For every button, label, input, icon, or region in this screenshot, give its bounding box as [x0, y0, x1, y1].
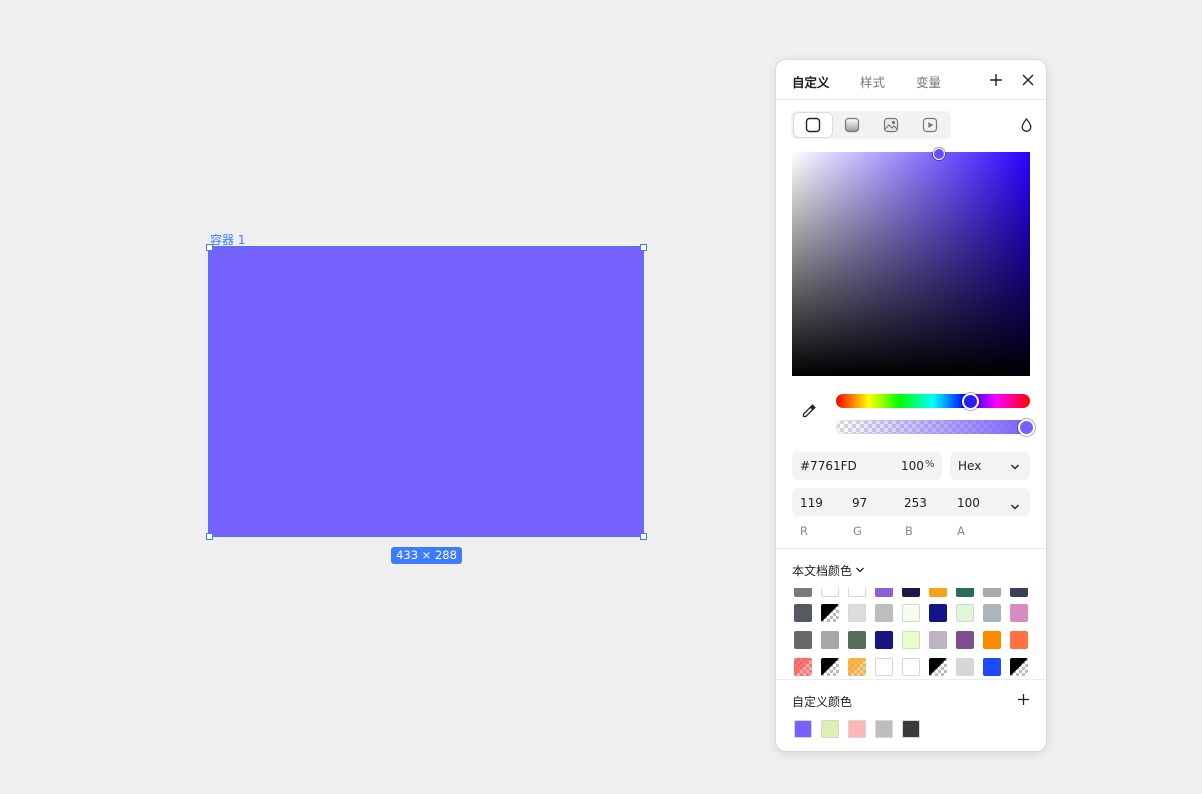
- resize-handle-bottom-right[interactable]: [640, 533, 647, 540]
- custom-color-swatch[interactable]: [902, 720, 920, 738]
- image-fill-icon[interactable]: [872, 113, 910, 137]
- channel-label-a: A: [957, 524, 965, 538]
- add-custom-color-icon[interactable]: [1015, 691, 1031, 707]
- document-color-swatch[interactable]: [902, 588, 920, 597]
- document-color-swatch[interactable]: [821, 631, 839, 649]
- size-badge: 433 × 288: [391, 547, 462, 564]
- section-divider: [776, 548, 1046, 549]
- hue-slider[interactable]: [836, 394, 1030, 408]
- section-divider: [776, 679, 1046, 680]
- opacity-input[interactable]: 100: [901, 459, 924, 473]
- channel-label-r: R: [800, 524, 808, 538]
- custom-color-swatch[interactable]: [821, 720, 839, 738]
- hex-input-group: #7761FD 100 %: [792, 452, 942, 480]
- blue-input[interactable]: 253: [904, 496, 927, 510]
- custom-color-swatch[interactable]: [848, 720, 866, 738]
- document-color-swatch[interactable]: [875, 658, 893, 676]
- document-color-swatch[interactable]: [848, 604, 866, 622]
- document-color-swatch[interactable]: [1010, 588, 1028, 597]
- saturation-value-handle[interactable]: [933, 148, 945, 160]
- header-divider: [776, 99, 1046, 100]
- document-color-swatch[interactable]: [956, 658, 974, 676]
- eyedropper-icon[interactable]: [800, 402, 818, 420]
- chevron-down-icon: [855, 564, 865, 578]
- document-color-swatch[interactable]: [875, 631, 893, 649]
- document-color-swatch[interactable]: [956, 604, 974, 622]
- document-colors-title: 本文档颜色: [792, 564, 853, 578]
- document-color-swatch[interactable]: [929, 588, 947, 597]
- document-color-swatch[interactable]: [983, 604, 1001, 622]
- document-color-swatch[interactable]: [983, 631, 1001, 649]
- document-color-swatch[interactable]: [848, 631, 866, 649]
- alpha-slider-handle[interactable]: [1018, 419, 1035, 436]
- document-color-swatch[interactable]: [983, 658, 1001, 676]
- document-color-swatch[interactable]: [1010, 631, 1028, 649]
- opacity-unit: %: [925, 459, 935, 470]
- frame-label[interactable]: 容器 1: [210, 231, 245, 248]
- document-color-swatch[interactable]: [929, 604, 947, 622]
- tab-custom[interactable]: 自定义: [792, 72, 830, 91]
- hex-input[interactable]: #7761FD: [800, 459, 857, 473]
- channel-label-g: G: [853, 524, 862, 538]
- document-color-swatch[interactable]: [821, 588, 839, 597]
- solid-fill-icon[interactable]: [794, 113, 832, 137]
- document-color-swatch[interactable]: [902, 631, 920, 649]
- document-color-swatch[interactable]: [983, 588, 1001, 597]
- document-color-swatch[interactable]: [794, 658, 812, 676]
- custom-colors-title: 自定义颜色: [792, 695, 853, 709]
- document-color-swatch[interactable]: [929, 658, 947, 676]
- alpha-slider[interactable]: [836, 420, 1030, 434]
- document-color-swatch[interactable]: [794, 588, 812, 597]
- custom-color-swatch[interactable]: [794, 720, 812, 738]
- document-color-swatch[interactable]: [794, 631, 812, 649]
- opacity-drop-icon[interactable]: [1017, 116, 1035, 134]
- chevron-down-icon[interactable]: [1010, 497, 1020, 516]
- alpha-input[interactable]: 100: [957, 496, 980, 510]
- resize-handle-top-left[interactable]: [206, 244, 213, 251]
- document-color-swatch[interactable]: [956, 588, 974, 597]
- plus-icon[interactable]: [987, 71, 1005, 89]
- document-color-swatch[interactable]: [875, 604, 893, 622]
- document-color-swatch[interactable]: [902, 658, 920, 676]
- document-color-swatch[interactable]: [821, 658, 839, 676]
- document-color-swatch[interactable]: [848, 588, 866, 597]
- document-color-swatch[interactable]: [875, 588, 893, 597]
- document-color-swatch[interactable]: [1010, 604, 1028, 622]
- document-color-swatch[interactable]: [794, 604, 812, 622]
- document-color-swatch[interactable]: [902, 604, 920, 622]
- tab-variables[interactable]: 变量: [916, 72, 941, 91]
- chevron-down-icon: [1010, 461, 1020, 475]
- document-colors-grid: [776, 588, 1046, 679]
- channel-label-b: B: [905, 524, 913, 538]
- document-color-swatch[interactable]: [929, 631, 947, 649]
- color-picker-panel: 自定义 样式 变量 #7761FD 100 % Hex 119 97 253 1…: [776, 60, 1046, 751]
- resize-handle-bottom-left[interactable]: [206, 533, 213, 540]
- gradient-fill-icon[interactable]: [833, 113, 871, 137]
- custom-color-swatch[interactable]: [875, 720, 893, 738]
- resize-handle-top-right[interactable]: [640, 244, 647, 251]
- close-icon[interactable]: [1019, 71, 1037, 89]
- hue-slider-handle[interactable]: [962, 393, 979, 410]
- green-input[interactable]: 97: [852, 496, 867, 510]
- tab-styles[interactable]: 样式: [860, 72, 885, 91]
- document-color-swatch[interactable]: [956, 631, 974, 649]
- saturation-value-area[interactable]: [792, 152, 1030, 376]
- document-colors-toggle[interactable]: 本文档颜色: [792, 562, 865, 579]
- container-frame[interactable]: [208, 246, 644, 537]
- red-input[interactable]: 119: [800, 496, 823, 510]
- document-color-swatch[interactable]: [821, 604, 839, 622]
- color-format-select[interactable]: Hex: [950, 452, 1030, 480]
- color-format-label: Hex: [958, 459, 982, 473]
- video-fill-icon[interactable]: [911, 113, 949, 137]
- document-color-swatch[interactable]: [848, 658, 866, 676]
- document-color-swatch[interactable]: [1010, 658, 1028, 676]
- fill-type-selector: [791, 111, 951, 139]
